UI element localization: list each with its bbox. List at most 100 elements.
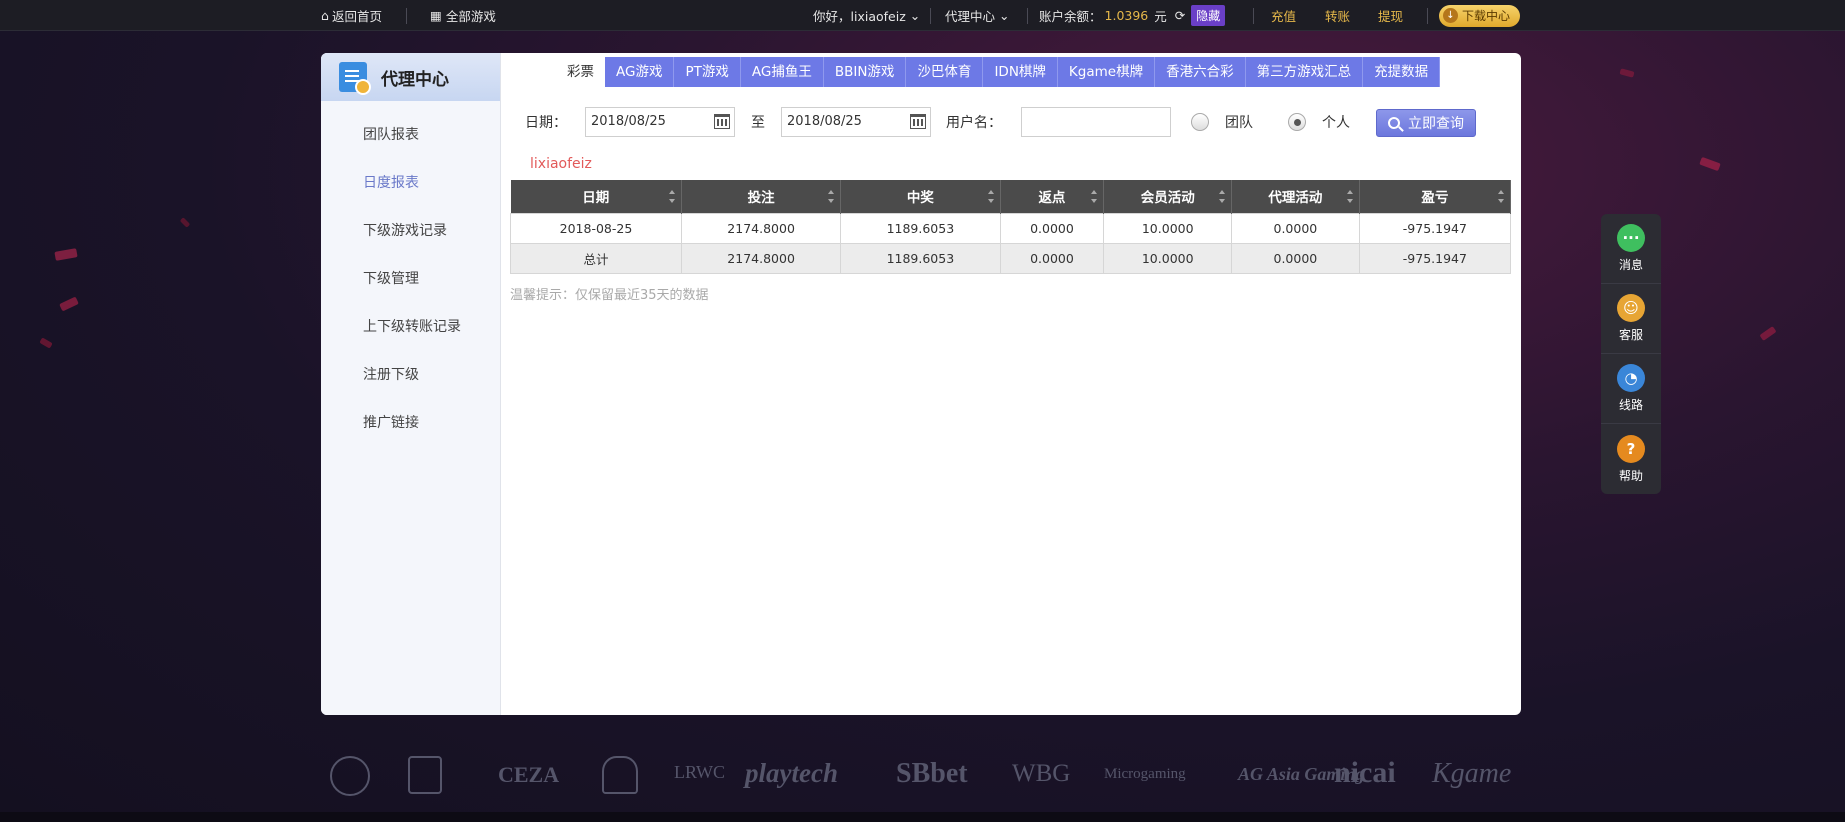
- column-header[interactable]: 投注: [681, 180, 842, 213]
- all-games-label: 全部游戏: [445, 9, 496, 24]
- date-from-value: 2018/08/25: [591, 114, 666, 129]
- sort-icon[interactable]: [1498, 190, 1504, 203]
- agent-center-menu[interactable]: 代理中心 ⌄: [945, 0, 1010, 31]
- column-header[interactable]: 返点: [1000, 180, 1105, 213]
- team-radio[interactable]: [1191, 113, 1209, 131]
- personal-radio[interactable]: [1288, 113, 1306, 131]
- tab-deposit-withdraw-data[interactable]: 充提数据: [1363, 57, 1441, 87]
- table-cell: 10.0000: [1103, 212, 1233, 244]
- column-header[interactable]: 盈亏: [1359, 180, 1512, 213]
- message-label: 消息: [1618, 258, 1643, 272]
- help-button[interactable]: ? 帮助: [1601, 424, 1661, 494]
- tab-pt-games[interactable]: PT游戏: [674, 57, 741, 87]
- background-confetti: [59, 296, 79, 312]
- background-confetti: [39, 337, 53, 349]
- support-label: 客服: [1618, 328, 1643, 342]
- sidebar-item-team-report[interactable]: 团队报表: [321, 111, 500, 159]
- sort-icon[interactable]: [1346, 190, 1353, 203]
- date-to-field[interactable]: 2018/08/25: [781, 107, 931, 137]
- download-center-button[interactable]: ↓ 下载中心: [1439, 4, 1521, 27]
- message-button[interactable]: ··· 消息: [1601, 214, 1661, 284]
- tab-ag-games[interactable]: AG游戏: [605, 57, 675, 87]
- table-cell: 0.0000: [999, 242, 1105, 274]
- sidebar-item-sub-game-records[interactable]: 下级游戏记录: [321, 207, 500, 255]
- sort-icon[interactable]: [828, 190, 835, 203]
- route-button[interactable]: ◔ 线路: [1601, 354, 1661, 424]
- greeting-text: 你好，lixiaofeiz: [813, 9, 906, 24]
- sidebar-item-sub-management[interactable]: 下级管理: [321, 255, 500, 303]
- sidebar-item-transfer-records[interactable]: 上下级转账记录: [321, 303, 500, 351]
- sidebar-item-promo-link[interactable]: 推广链接: [321, 399, 500, 447]
- column-header[interactable]: 中奖: [840, 180, 1001, 213]
- home-link[interactable]: ⌂ 返回首页: [321, 0, 382, 31]
- message-icon: ···: [1617, 224, 1645, 252]
- team-radio-option[interactable]: 团队: [1191, 106, 1253, 138]
- help-icon: ?: [1617, 434, 1645, 463]
- refresh-icon[interactable]: ⟳: [1175, 8, 1185, 23]
- tab-ag-fishing[interactable]: AG捕鱼王: [740, 57, 824, 87]
- background-confetti: [54, 248, 78, 261]
- sort-icon[interactable]: [987, 190, 994, 203]
- support-button[interactable]: ☺ 客服: [1601, 284, 1661, 354]
- tab-hk-mark-six[interactable]: 香港六合彩: [1155, 57, 1246, 87]
- seal-logo: [330, 756, 370, 796]
- date-to-value: 2018/08/25: [787, 114, 862, 129]
- search-icon: [1388, 117, 1400, 129]
- tab-lottery[interactable]: 彩票: [556, 57, 605, 87]
- calendar-icon[interactable]: [714, 114, 730, 129]
- hide-balance-button[interactable]: 隐藏: [1191, 5, 1226, 26]
- username-input[interactable]: [1021, 107, 1171, 137]
- lrwc-logo: LRWC: [674, 762, 726, 782]
- query-button[interactable]: 立即查询: [1376, 109, 1476, 137]
- download-icon: ↓: [1443, 8, 1458, 23]
- route-label: 线路: [1618, 398, 1643, 412]
- playtech-logo: playtech: [745, 758, 838, 788]
- calendar-icon[interactable]: [910, 114, 926, 129]
- sidebar-item-daily-report[interactable]: 日度报表: [321, 159, 500, 207]
- chevron-down-icon: ⌄: [909, 8, 921, 23]
- personal-radio-option[interactable]: 个人: [1288, 106, 1350, 138]
- balance-value: 1.0396: [1104, 8, 1149, 23]
- tab-kgame-cards[interactable]: Kgame棋牌: [1057, 57, 1156, 87]
- table-cell: 总计: [510, 242, 682, 274]
- tab-third-party-summary[interactable]: 第三方游戏汇总: [1245, 57, 1364, 87]
- tab-idn-cards[interactable]: IDN棋牌: [983, 57, 1058, 87]
- table-cell: 0.0000: [1231, 242, 1360, 274]
- divider: [930, 8, 931, 24]
- to-label: 至: [751, 115, 765, 131]
- sort-icon[interactable]: [668, 190, 675, 203]
- table-cell: 0.0000: [999, 212, 1105, 244]
- kgame-logo: Kgame: [1432, 758, 1512, 789]
- nicai-logo: nicai: [1334, 756, 1396, 789]
- tab-saba-sports[interactable]: 沙巴体育: [906, 57, 984, 87]
- agent-card-icon: [339, 62, 371, 95]
- column-header[interactable]: 代理活动: [1231, 180, 1360, 213]
- filter-bar: 日期： 2018/08/25 至 2018/08/25 用户名： 团队 个人 立…: [525, 106, 1505, 138]
- sort-icon[interactable]: [1091, 190, 1098, 203]
- sbbet-logo: SBbet: [896, 758, 968, 789]
- support-icon: ☺: [1617, 294, 1645, 322]
- sidebar-item-register-sub[interactable]: 注册下级: [321, 351, 500, 399]
- currency-label: 元: [1154, 9, 1167, 24]
- tab-bbin-games[interactable]: BBIN游戏: [823, 57, 907, 87]
- daily-report-table: 日期 投注 中奖 返点 会员活动 代理活动 盈亏 2018-08-25 2174…: [510, 180, 1512, 274]
- withdraw-link[interactable]: 提现: [1378, 0, 1403, 31]
- divider: [1027, 8, 1028, 24]
- column-header[interactable]: 会员活动: [1103, 180, 1233, 213]
- help-label: 帮助: [1618, 468, 1643, 483]
- sort-icon[interactable]: [1219, 190, 1226, 203]
- all-games-link[interactable]: ▦ 全部游戏: [430, 0, 496, 31]
- home-label: 返回首页: [331, 9, 382, 24]
- background-confetti: [179, 217, 191, 228]
- transfer-link[interactable]: 转账: [1325, 0, 1350, 31]
- table-header-row: 日期 投注 中奖 返点 会员活动 代理活动 盈亏: [510, 180, 1512, 213]
- agent-center-label: 代理中心: [945, 9, 996, 24]
- date-from-field[interactable]: 2018/08/25: [585, 107, 735, 137]
- background-confetti: [1699, 156, 1721, 172]
- table-total-row: 总计 2174.8000 1189.6053 0.0000 10.0000 0.…: [510, 242, 1512, 274]
- deposit-link[interactable]: 充值: [1271, 0, 1296, 31]
- divider: [1427, 8, 1428, 24]
- table-cell: 2174.8000: [680, 242, 842, 274]
- column-header[interactable]: 日期: [510, 180, 682, 213]
- user-menu[interactable]: 你好，lixiaofeiz ⌄: [813, 0, 920, 31]
